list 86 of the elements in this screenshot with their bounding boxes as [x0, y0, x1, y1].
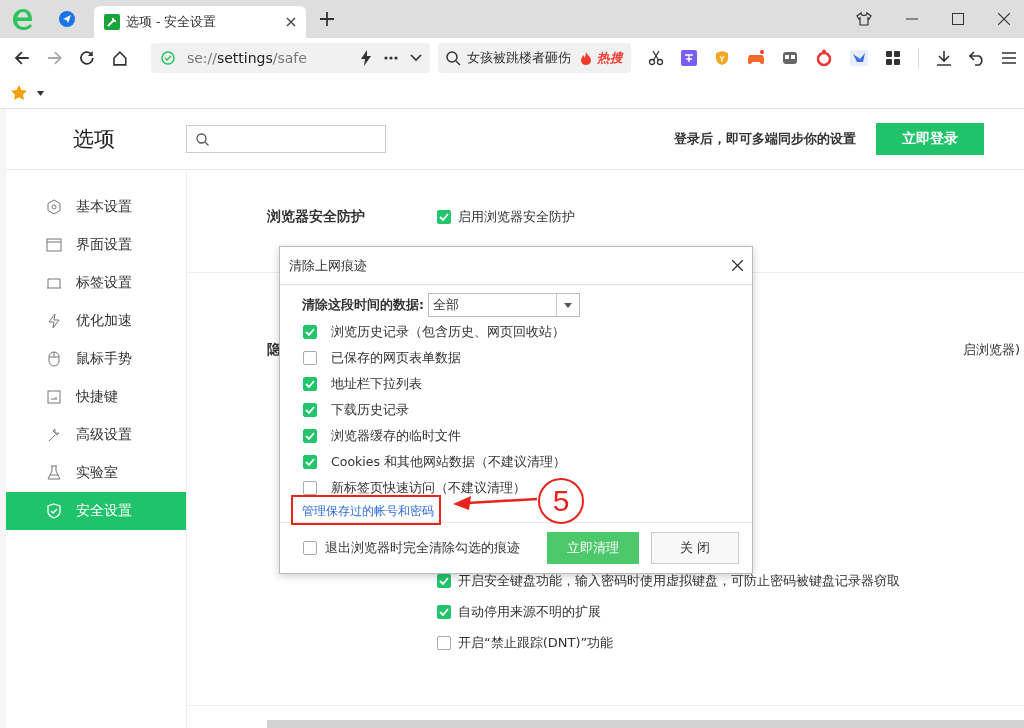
range-label: 清除这段时间的数据: — [302, 296, 424, 314]
option-label: 开启“禁止跟踪(DNT)”功能 — [458, 634, 614, 652]
settings-search-field[interactable] — [186, 125, 386, 153]
lightning-icon[interactable] — [360, 50, 373, 66]
caret-icon — [564, 302, 572, 308]
flame-icon — [581, 51, 591, 65]
back-icon[interactable] — [14, 50, 30, 66]
sidebar-item[interactable]: 快捷键 — [6, 378, 186, 416]
option-label: Cookies 和其他网站数据（不建议清理） — [331, 453, 566, 471]
download-icon[interactable] — [936, 50, 952, 66]
keyboard-icon — [46, 389, 62, 405]
section-title: 浏览器安全防护 — [267, 208, 365, 226]
checkbox[interactable] — [303, 541, 317, 555]
undo-icon[interactable] — [969, 50, 985, 66]
option-label: 浏览历史记录（包含历史、网页回收站） — [331, 323, 565, 341]
reload-icon[interactable] — [79, 50, 96, 66]
close-icon[interactable] — [286, 17, 296, 27]
gamepad-icon[interactable] — [747, 50, 765, 66]
checkbox[interactable] — [303, 377, 317, 391]
option-label: 退出浏览器时完全清除勾选的痕迹 — [325, 539, 520, 557]
sidebar-item[interactable]: 界面设置 — [6, 226, 186, 264]
close-icon[interactable] — [732, 260, 743, 271]
tab-title: 选项 - 安全设置 — [126, 13, 218, 31]
sync-text: 登录后，即可多端同步你的设置 — [674, 130, 856, 148]
option-label: 新标签页快速访问（不建议清理） — [331, 479, 526, 497]
tab-icon — [46, 275, 62, 291]
search-icon — [446, 50, 462, 66]
maximize-icon[interactable] — [952, 13, 964, 25]
home-icon[interactable] — [112, 50, 128, 66]
new-tab-icon[interactable] — [320, 12, 334, 26]
translate-icon[interactable] — [681, 50, 697, 66]
close-icon[interactable] — [998, 13, 1010, 25]
close-button[interactable]: 关 闭 — [651, 532, 739, 564]
mouse-icon — [46, 351, 62, 367]
more-icon[interactable] — [384, 56, 399, 60]
checkbox[interactable] — [303, 351, 317, 365]
sidebar-item[interactable]: 基本设置 — [6, 188, 186, 226]
manage-passwords-link[interactable]: 管理保存过的帐号和密码 — [302, 503, 434, 520]
checkbox[interactable] — [303, 481, 317, 495]
grid-icon[interactable] — [885, 50, 901, 66]
checkbox[interactable] — [437, 605, 451, 619]
search-icon — [196, 132, 209, 146]
shirt-icon[interactable] — [856, 11, 872, 27]
hot-search-label: 热搜 — [597, 49, 623, 67]
flask-icon — [46, 465, 62, 481]
search-field[interactable]: 女孩被跳楼者砸伤 热搜 — [438, 43, 631, 73]
page-title: 选项 — [73, 126, 116, 153]
bolt-icon — [46, 313, 62, 329]
scissors-icon[interactable] — [648, 50, 664, 66]
menu-icon[interactable] — [1002, 52, 1016, 64]
option-label: 开启安全键盘功能，输入密码时使用虚拟键盘，可防止密码被键盘记录器窃取 — [458, 572, 900, 590]
forward-icon[interactable] — [46, 50, 63, 66]
sidebar-item[interactable]: 鼠标手势 — [6, 340, 186, 378]
shield-check-icon — [160, 51, 175, 65]
search-suggestion: 女孩被跳楼者砸伤 — [467, 49, 573, 67]
sidebar-item[interactable]: 实验室 — [6, 454, 186, 492]
option-label: 地址栏下拉列表 — [331, 375, 422, 393]
star-icon[interactable] — [11, 85, 27, 101]
checkbox[interactable] — [437, 210, 451, 224]
ring-icon[interactable] — [815, 49, 833, 67]
address-text: se://settings/safe — [186, 50, 307, 66]
option-label: 已保存的网页表单数据 — [331, 349, 461, 367]
checkbox[interactable] — [437, 636, 451, 650]
option-label: 自动停用来源不明的扩展 — [458, 603, 601, 621]
hexagon-icon — [46, 199, 62, 215]
window-icon — [46, 237, 62, 253]
option-label: 下载历史记录 — [331, 401, 409, 419]
dialog-title: 清除上网痕迹 — [289, 256, 367, 275]
send-icon[interactable] — [58, 10, 76, 28]
dropdown-icon[interactable] — [410, 54, 423, 62]
sidebar-item[interactable]: 高级设置 — [6, 416, 186, 454]
range-select[interactable]: 全部 — [428, 293, 580, 317]
option-label: 浏览器缓存的临时文件 — [331, 427, 461, 445]
checkbox[interactable] — [303, 455, 317, 469]
checkbox[interactable] — [303, 403, 317, 417]
address-bar[interactable]: se://settings/safe — [150, 43, 431, 73]
shield-icon — [46, 503, 62, 519]
option-label: 启浏览器) — [962, 341, 1020, 359]
sidebar-item[interactable]: 优化加速 — [6, 302, 186, 340]
checkbox[interactable] — [303, 429, 317, 443]
checkbox[interactable] — [437, 574, 451, 588]
caret-icon[interactable] — [37, 90, 44, 96]
option-label: 启用浏览器安全防护 — [458, 208, 575, 226]
sidebar-item[interactable]: 标签设置 — [6, 264, 186, 302]
checkbox[interactable] — [303, 325, 317, 339]
browser-tab[interactable]: 选项 - 安全设置 — [94, 6, 306, 38]
